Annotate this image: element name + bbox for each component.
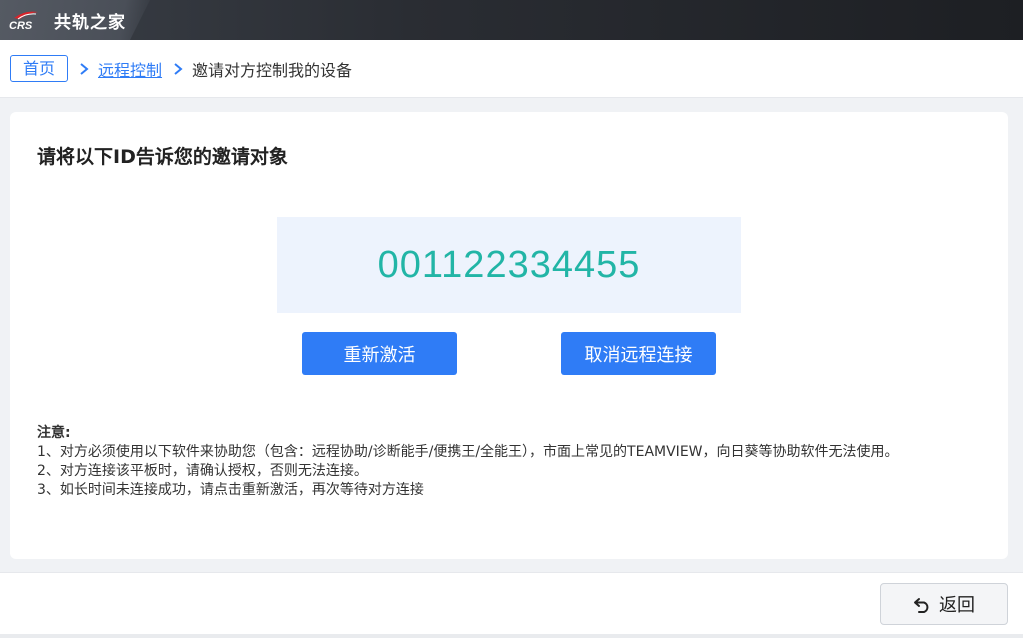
- reactivate-button[interactable]: 重新激活: [302, 332, 457, 375]
- top-bar: CRS 共轨之家: [0, 0, 1023, 40]
- svg-text:CRS: CRS: [9, 20, 33, 32]
- notes-line: 1、对方必须使用以下软件来协助您（包含：远程协助/诊断能手/便携王/全能王），市…: [37, 444, 899, 460]
- brand: CRS 共轨之家: [0, 0, 150, 40]
- footer: 返回: [0, 572, 1023, 638]
- breadcrumb-home[interactable]: 首页: [10, 55, 69, 82]
- page-title: 请将以下ID告诉您的邀请对象: [37, 146, 288, 168]
- device-id: 001122334455: [377, 243, 641, 286]
- back-button[interactable]: 返回: [880, 583, 1008, 625]
- breadcrumb: 首页 远程控制 邀请对方控制我的设备: [0, 40, 1023, 98]
- chevron-right-icon: [173, 62, 183, 76]
- breadcrumb-remote-control[interactable]: 远程控制: [98, 57, 162, 81]
- crs-logo-icon: CRS: [8, 8, 48, 32]
- notes-line: 3、如长时间未连接成功，请点击重新激活，再次等待对方连接: [37, 482, 424, 498]
- chevron-right-icon: [79, 62, 89, 76]
- cancel-remote-connection-button[interactable]: 取消远程连接: [561, 332, 716, 375]
- brand-name: 共轨之家: [54, 12, 126, 33]
- back-button-label: 返回: [939, 595, 975, 616]
- notes-title: 注意:: [37, 425, 71, 441]
- notes-line: 2、对方连接该平板时，请确认授权，否则无法连接。: [37, 463, 368, 479]
- notes: 注意: 1、对方必须使用以下软件来协助您（包含：远程协助/诊断能手/便携王/全能…: [37, 424, 977, 500]
- brand-logo: CRS 共轨之家: [8, 8, 126, 33]
- invite-card: 请将以下ID告诉您的邀请对象 001122334455 重新激活 取消远程连接 …: [10, 112, 1008, 559]
- bottom-divider: [0, 634, 1023, 638]
- device-id-box: 001122334455: [277, 217, 741, 313]
- undo-arrow-icon: [913, 595, 933, 613]
- breadcrumb-current: 邀请对方控制我的设备: [192, 60, 353, 80]
